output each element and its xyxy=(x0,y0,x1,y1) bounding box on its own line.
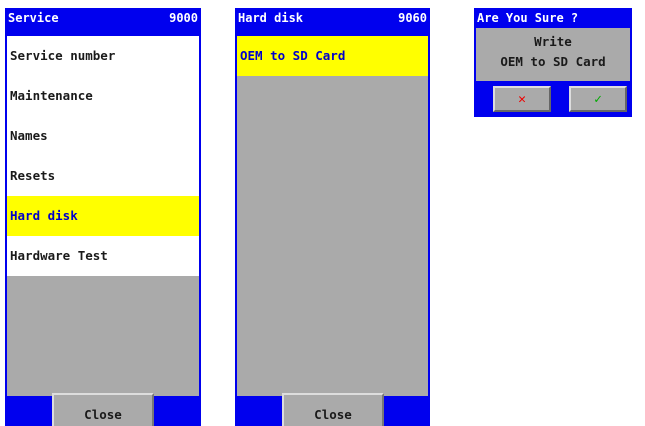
dialog-message-line1: Write xyxy=(534,34,572,49)
menu-item-oem-to-sd-card[interactable]: OEM to SD Card xyxy=(237,36,428,76)
close-button[interactable]: Close xyxy=(52,393,154,426)
menu-item-hardware-test[interactable]: Hardware Test xyxy=(7,236,199,276)
close-button[interactable]: Close xyxy=(282,393,384,426)
service-panel: Service 9000 Service number Maintenance … xyxy=(5,8,201,426)
panel-title: Service xyxy=(8,11,59,25)
close-icon: ✕ xyxy=(518,92,526,107)
menu-list: OEM to SD Card xyxy=(237,36,428,396)
screen-code: 9000 xyxy=(169,11,198,25)
confirm-button[interactable]: ✓ xyxy=(569,86,627,112)
title-bar: Hard disk 9060 xyxy=(235,8,430,28)
panel-title: Hard disk xyxy=(238,11,304,25)
screen-code: 9060 xyxy=(398,11,427,25)
dialog-title: Are You Sure ? xyxy=(477,11,579,25)
confirm-dialog: Are You Sure ? Write OEM to SD Card ✕ ✓ xyxy=(474,8,632,117)
menu-item-service-number[interactable]: Service number xyxy=(7,36,199,76)
menu-item-resets[interactable]: Resets xyxy=(7,156,199,196)
menu-item-maintenance[interactable]: Maintenance xyxy=(7,76,199,116)
title-bar: Service 9000 xyxy=(5,8,201,28)
menu-item-names[interactable]: Names xyxy=(7,116,199,156)
dialog-title-bar: Are You Sure ? xyxy=(474,8,632,28)
dialog-message-line2: OEM to SD Card xyxy=(500,54,606,69)
menu-list: Service number Maintenance Names Resets … xyxy=(7,36,199,396)
check-icon: ✓ xyxy=(594,92,602,107)
menu-item-hard-disk[interactable]: Hard disk xyxy=(7,196,199,236)
cancel-button[interactable]: ✕ xyxy=(493,86,551,112)
dialog-message: Write OEM to SD Card xyxy=(476,28,630,81)
hard-disk-panel: Hard disk 9060 OEM to SD Card Close xyxy=(235,8,430,426)
